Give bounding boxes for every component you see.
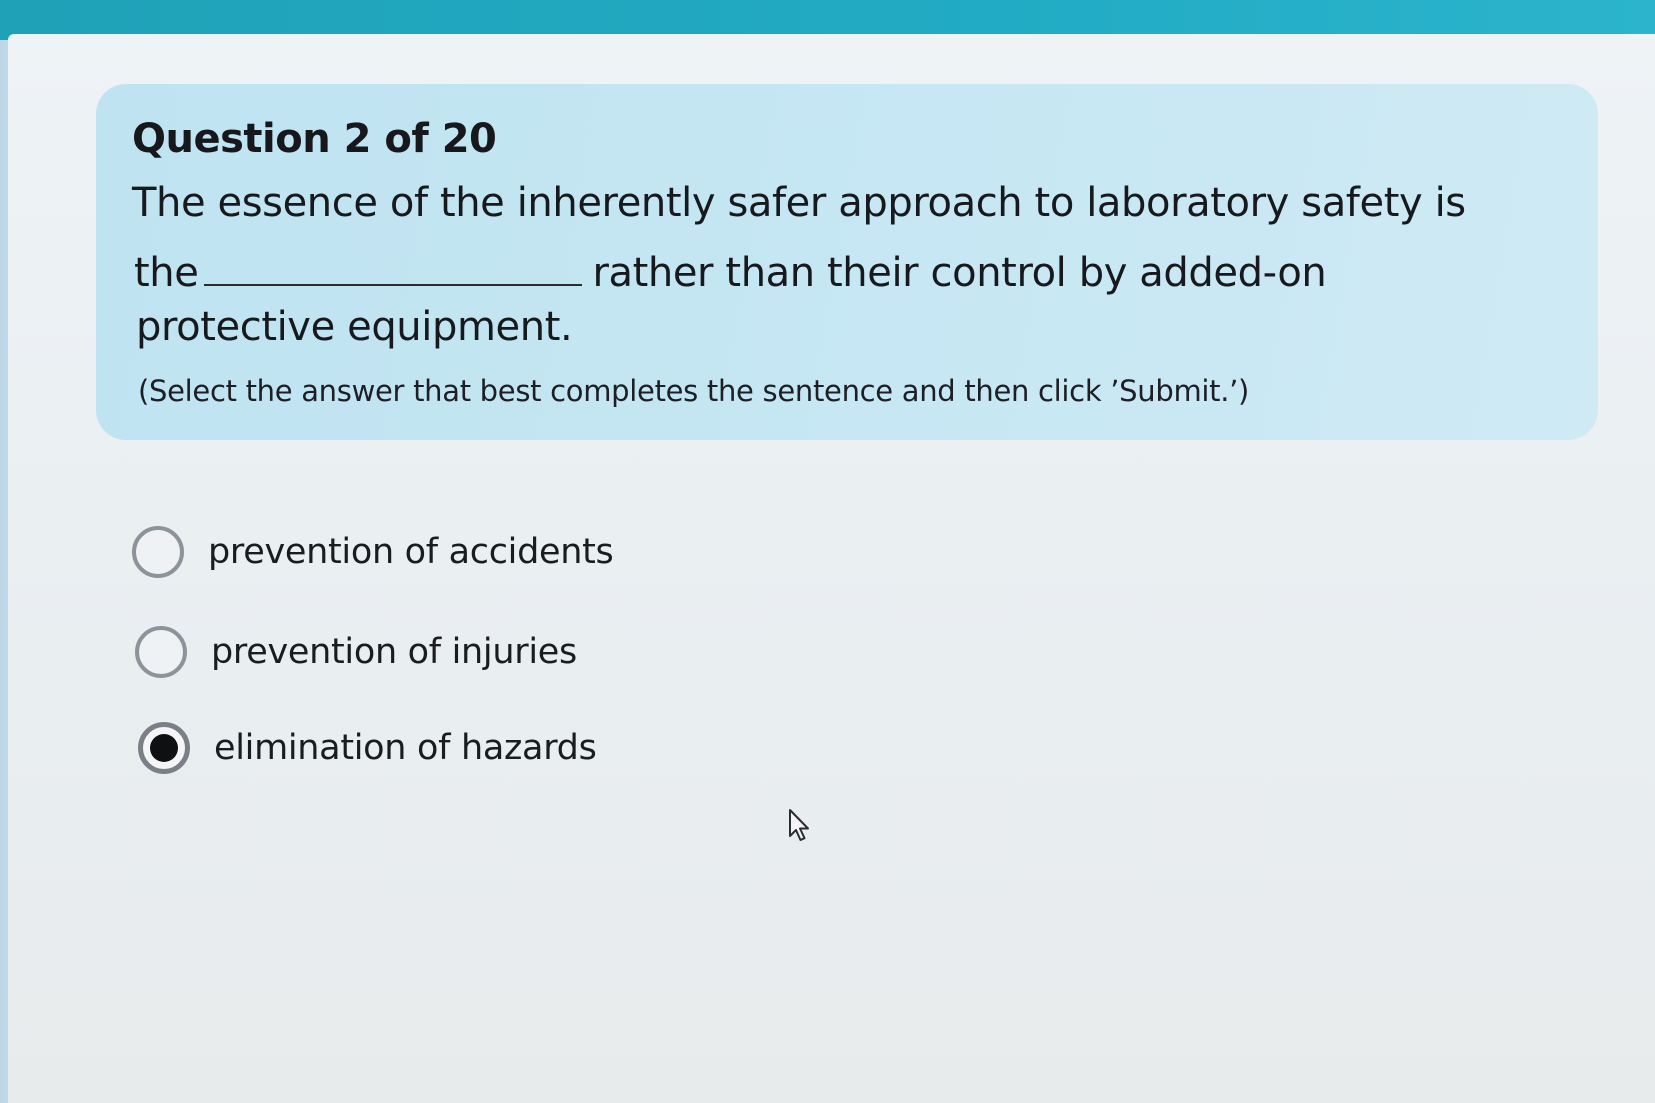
question-stem-text: protective equipment.	[136, 304, 573, 350]
question-stem-text: the	[134, 250, 199, 296]
answer-option-prevention-of-accidents[interactable]: prevention of accidents	[132, 526, 614, 578]
question-stem-text: The essence of the inherently safer appr…	[132, 180, 1466, 226]
radio-button[interactable]	[132, 526, 184, 578]
answer-blank	[204, 240, 583, 286]
radio-selected-dot	[150, 734, 178, 762]
answer-option-label[interactable]: prevention of injuries	[211, 632, 577, 672]
answer-option-elimination-of-hazards[interactable]: elimination of hazards	[138, 722, 597, 774]
answer-option-label[interactable]: elimination of hazards	[214, 728, 597, 768]
answer-option-label[interactable]: prevention of accidents	[208, 532, 614, 572]
question-stem-line-2: the rather than their control by added-on	[134, 240, 1327, 296]
question-number: Question 2 of 20	[132, 116, 497, 162]
radio-button[interactable]	[135, 626, 187, 678]
radio-button-selected[interactable]	[138, 722, 190, 774]
answer-option-prevention-of-injuries[interactable]: prevention of injuries	[135, 626, 577, 678]
question-stem-text: rather than their control by added-on	[592, 250, 1327, 296]
question-instruction: (Select the answer that best completes t…	[138, 374, 1250, 408]
question-stem-line-1: The essence of the inherently safer appr…	[132, 180, 1466, 226]
question-stem-line-3: protective equipment.	[136, 304, 573, 350]
mouse-pointer-icon	[789, 809, 809, 841]
